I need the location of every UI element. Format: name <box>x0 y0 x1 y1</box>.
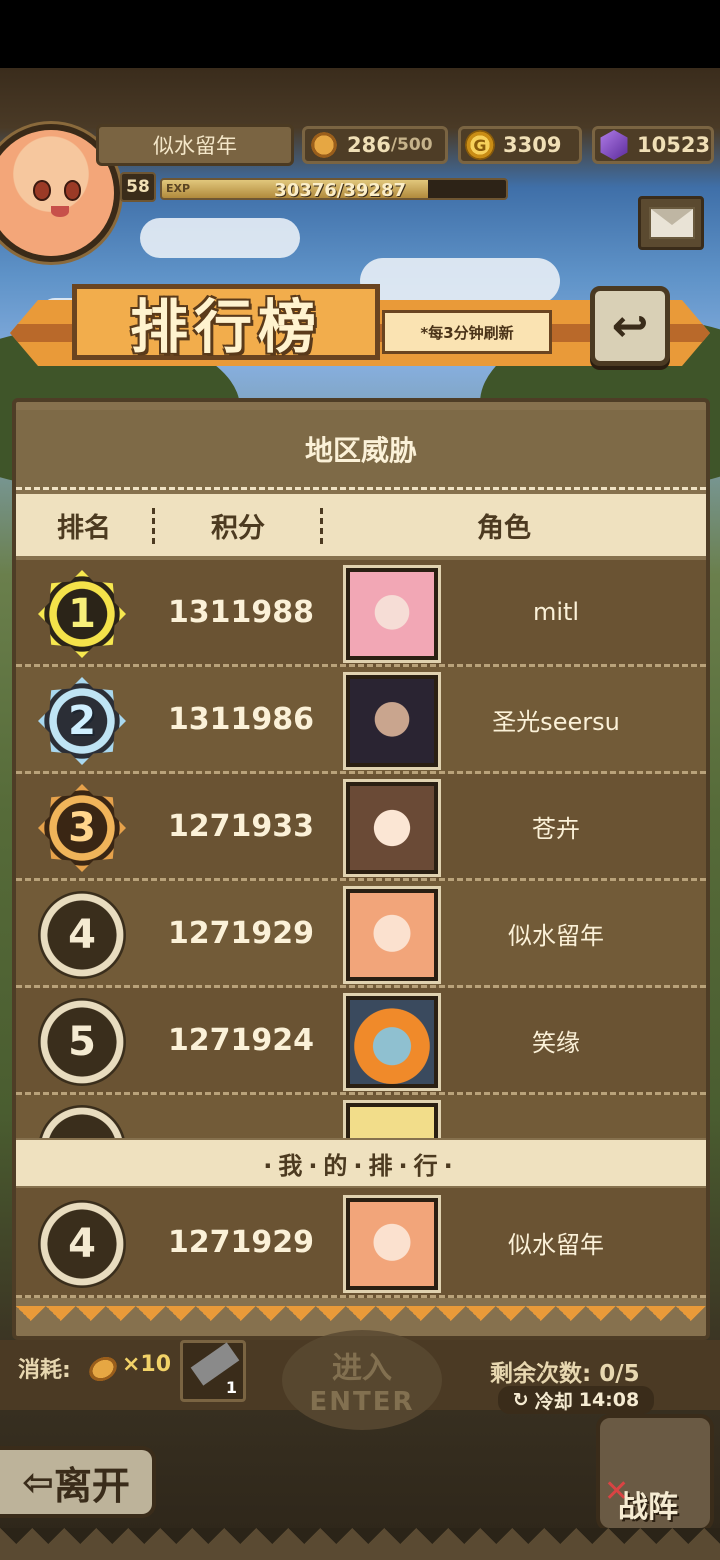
refresh-note-box: *每3分钟刷新 <box>382 310 552 354</box>
row-player-name: 似水留年 <box>508 921 604 950</box>
player-portrait[interactable] <box>346 889 438 981</box>
bottom-trim <box>0 1528 720 1560</box>
rank-gold-badge: 1 <box>38 570 126 658</box>
ranking-row[interactable]: 3 1271933 苍卉 <box>16 774 706 881</box>
player-level: 58 <box>120 172 156 202</box>
row-player-name: 笑缘 <box>532 1028 580 1057</box>
cost-label: 消耗: <box>18 1358 71 1383</box>
my-rank-label: ·我·的·排·行· <box>16 1140 706 1186</box>
gem-value: 10523 <box>637 133 711 157</box>
column-divider <box>152 508 155 544</box>
row-score: 1271929 <box>167 915 315 951</box>
my-score: 1271929 <box>167 1224 315 1260</box>
ranking-row[interactable]: 2 1311986 圣光seersu <box>16 667 706 774</box>
refresh-cycle-icon: ↻ <box>512 1389 529 1411</box>
my-ranking-row[interactable]: 4 1271929 似水留年 <box>16 1188 706 1298</box>
gem-counter[interactable]: 10523 <box>592 126 714 164</box>
remaining-attempts: 剩余次数: 0/5 <box>490 1361 640 1387</box>
cost-value: ×10 <box>122 1352 172 1377</box>
leave-button[interactable]: ⇦ 离开 <box>0 1446 156 1518</box>
rank-badge: 5 <box>38 998 126 1086</box>
rank-bronze-badge: 3 <box>38 784 126 872</box>
row-score: 1271933 <box>167 808 315 844</box>
back-button[interactable]: ↩ <box>590 286 670 366</box>
rank-silver-badge: 2 <box>38 677 126 765</box>
exp-tag: EXP <box>166 182 191 195</box>
rank-badge: 4 <box>38 891 126 979</box>
board-title: 地区威胁 <box>16 410 706 490</box>
column-score: 积分 <box>211 512 265 544</box>
item-count: 1 <box>225 1378 237 1397</box>
player-portrait[interactable] <box>346 996 438 1088</box>
rank-badge <box>38 1105 126 1138</box>
gold-counter[interactable]: G 3309 <box>458 126 582 164</box>
team-formation-button[interactable]: ✕ 战阵 <box>596 1414 714 1532</box>
leaderboard-panel: 地区威胁 排名 积分 角色 1 1311988 mitl 2 1311986 圣… <box>12 398 710 1340</box>
enter-label-en: ENTER <box>309 1387 415 1417</box>
gold-value: 3309 <box>503 133 562 157</box>
gold-coin-icon: G <box>465 130 495 160</box>
column-divider <box>320 508 323 544</box>
bread-icon <box>303 124 345 166</box>
player-name: 似水留年 <box>96 124 294 166</box>
my-rank-badge: 4 <box>38 1200 126 1288</box>
column-rank: 排名 <box>57 512 111 544</box>
refresh-note: *每3分钟刷新 <box>420 323 514 342</box>
ranking-row[interactable]: 4 1271929 似水留年 <box>16 881 706 988</box>
ticket-item-slot[interactable]: 1 <box>180 1340 246 1402</box>
row-score: 1311986 <box>167 701 315 737</box>
row-player-name: 圣光seersu <box>492 707 620 736</box>
ranking-row-partial[interactable] <box>16 1095 706 1138</box>
ranking-row[interactable]: 1 1311988 mitl <box>16 560 706 667</box>
gem-icon <box>600 130 628 160</box>
page-title: 排行榜 <box>129 293 322 361</box>
cooldown-time: 14:08 <box>578 1389 640 1411</box>
exp-bar: EXP 30376/39287 <box>160 178 508 200</box>
row-player-name: mitl <box>532 598 580 626</box>
my-player-name: 似水留年 <box>508 1230 604 1259</box>
envelope-icon <box>649 207 695 239</box>
player-portrait[interactable] <box>346 675 438 767</box>
player-portrait[interactable] <box>346 1103 438 1138</box>
player-portrait[interactable] <box>346 568 438 660</box>
stamina-value: 286 <box>347 133 391 157</box>
team-label: 战阵 <box>618 1490 678 1525</box>
status-bar <box>0 0 720 68</box>
title-box: 排行榜 <box>72 284 380 361</box>
my-portrait[interactable] <box>346 1198 438 1290</box>
ranking-list[interactable]: 1 1311988 mitl 2 1311986 圣光seersu 3 1271… <box>16 560 706 1138</box>
player-portrait[interactable] <box>346 782 438 874</box>
enter-button[interactable]: 进入 ENTER <box>282 1330 442 1430</box>
leave-label: 离开 <box>53 1463 130 1508</box>
enter-label-zh: 进入 <box>332 1351 392 1386</box>
ranking-row[interactable]: 5 1271924 笑缘 <box>16 988 706 1095</box>
return-icon: ↩ <box>611 300 649 352</box>
mail-button[interactable] <box>638 196 704 250</box>
column-role: 角色 <box>477 512 531 544</box>
stamina-counter[interactable]: 286/500 <box>302 124 448 166</box>
cooldown-timer: ↻ 冷却 14:08 <box>498 1386 654 1414</box>
cooldown-label: 冷却 <box>534 1390 573 1413</box>
left-arrow-icon: ⇦ <box>22 1460 54 1504</box>
stamina-max: /500 <box>390 135 433 155</box>
row-player-name: 苍卉 <box>532 814 580 843</box>
exp-text: 30376/39287 <box>274 180 406 200</box>
row-score: 1311988 <box>167 594 315 630</box>
row-score: 1271924 <box>167 1022 315 1058</box>
